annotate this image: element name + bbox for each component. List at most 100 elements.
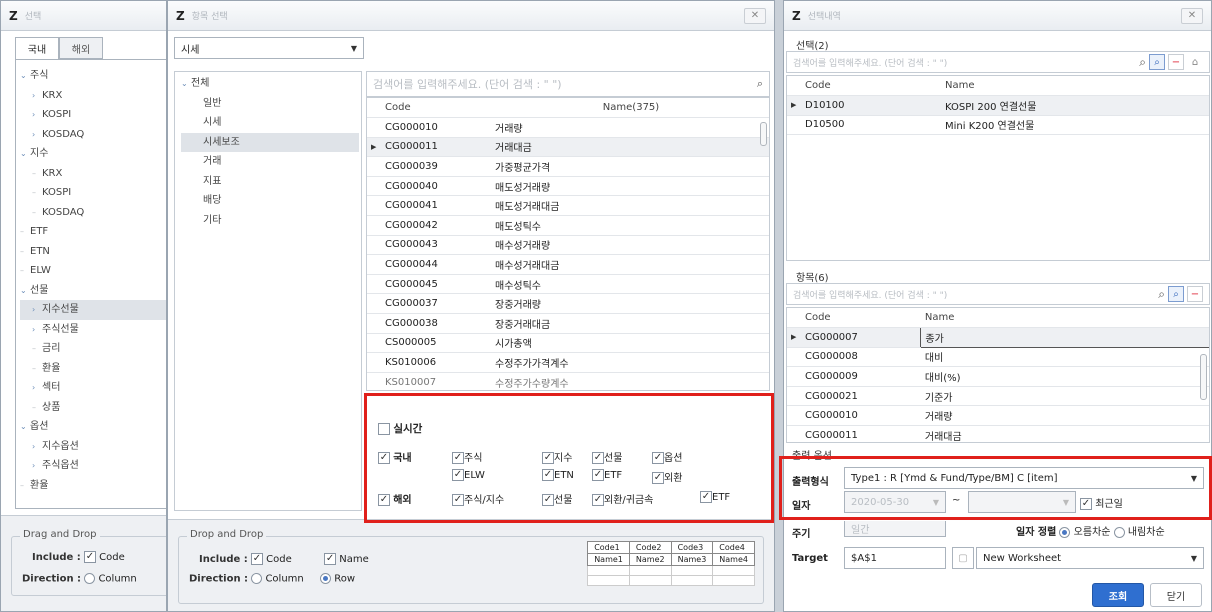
table-row[interactable]: CG000011 거래대금: [787, 425, 1209, 442]
item-grid-scrollbar[interactable]: [760, 122, 767, 146]
remove-icon[interactable]: −: [1187, 286, 1203, 302]
market-tree-item[interactable]: – ETF: [20, 222, 166, 242]
table-row[interactable]: CG000045 매수성틱수: [367, 274, 769, 295]
market-tree-item[interactable]: – KRX: [20, 164, 166, 184]
domestic-item[interactable]: ✓ 선물: [592, 449, 622, 464]
table-row[interactable]: KS010007 수정주가수량계수: [367, 372, 769, 390]
market-tree-item[interactable]: › KRX: [20, 86, 166, 106]
magnifier-button-icon[interactable]: ⌕: [1149, 54, 1165, 70]
table-row[interactable]: CG000039 가중평균가격: [367, 156, 769, 177]
overseas-item-checkbox[interactable]: ✓: [700, 491, 712, 503]
overseas-checkbox[interactable]: ✓: [378, 494, 390, 506]
table-row[interactable]: CG000008 대비: [787, 347, 1209, 368]
realtime-checkbox[interactable]: [378, 423, 390, 435]
chevron-right-icon[interactable]: ›: [32, 378, 42, 398]
domestic-item-checkbox[interactable]: ✓: [592, 469, 604, 481]
overseas-item-checkbox[interactable]: ✓: [592, 494, 604, 506]
market-tree-item[interactable]: – ELW: [20, 261, 166, 281]
tab-overseas[interactable]: 해외: [59, 37, 103, 59]
table-row[interactable]: ▶ CG000007 종가: [787, 327, 1209, 348]
search-icon[interactable]: ⌕: [1139, 55, 1146, 70]
table-row[interactable]: CG000010 거래량: [787, 405, 1209, 427]
table-row[interactable]: CG000043 매수성거래량: [367, 235, 769, 256]
chevron-right-icon[interactable]: ›: [32, 456, 42, 476]
category-tree-item[interactable]: 시세보조: [181, 132, 359, 152]
table-row[interactable]: CS000005 시가총액: [367, 333, 769, 354]
sort-asc-radio[interactable]: [1059, 526, 1071, 538]
domestic-item-checkbox[interactable]: ✓: [452, 469, 464, 481]
table-row[interactable]: ▶ D10100 KOSPI 200 연결선물: [787, 95, 1209, 116]
market-tree-item[interactable]: › 지수옵션: [20, 437, 166, 457]
chevron-down-icon[interactable]: ⌄: [181, 74, 191, 94]
market-tree-item[interactable]: – KOSDAQ: [20, 203, 166, 223]
date-from-picker[interactable]: 2020-05-30 ▼: [844, 491, 946, 513]
domestic-item[interactable]: ✓ ETF: [592, 469, 622, 481]
period-dropdown[interactable]: 일간: [844, 521, 946, 537]
domestic-item[interactable]: ✓ 지수: [542, 449, 572, 464]
domestic-item-checkbox[interactable]: ✓: [592, 452, 604, 464]
domestic-item-checkbox[interactable]: ✓: [542, 469, 554, 481]
item-search-input[interactable]: 검색어를 입력해주세요. (단어 검색 : " ") ⌕ ⌕ −: [786, 283, 1210, 305]
domestic-item[interactable]: ✓ 주식: [452, 449, 482, 464]
category-tree-item[interactable]: 기타: [181, 211, 359, 231]
recent-date-checkbox[interactable]: ✓: [1080, 498, 1092, 510]
chevron-down-icon[interactable]: ⌄: [20, 144, 30, 164]
table-row[interactable]: CG000040 매도성거래량: [367, 176, 769, 197]
table-row[interactable]: CG000042 매도성틱수: [367, 215, 769, 236]
close-button[interactable]: 닫기: [1150, 583, 1202, 607]
domestic-item-checkbox[interactable]: ✓: [452, 452, 464, 464]
market-tree-item[interactable]: › 섹터: [20, 378, 166, 398]
market-tree-item[interactable]: › 주식옵션: [20, 456, 166, 476]
date-to-picker[interactable]: ▼: [968, 491, 1076, 513]
category-tree-item[interactable]: 거래: [181, 152, 359, 172]
close-icon[interactable]: ✕: [744, 7, 766, 24]
market-tree-item[interactable]: ⌄ 지수: [20, 144, 166, 164]
home-icon[interactable]: ⌂: [1187, 54, 1203, 70]
table-row[interactable]: CG000038 장중거래대금: [367, 313, 769, 334]
table-row[interactable]: CG000021 기준가: [787, 386, 1209, 407]
domestic-item[interactable]: ✓ 외환: [652, 469, 682, 484]
chevron-right-icon[interactable]: ›: [32, 125, 42, 145]
overseas-item[interactable]: ✓ 선물: [542, 491, 572, 506]
market-tree-item[interactable]: › KOSDAQ: [20, 125, 166, 145]
target-picker-button[interactable]: ▢: [952, 547, 974, 569]
close-icon[interactable]: ✕: [1181, 7, 1203, 24]
column-header[interactable]: Name: [920, 308, 1209, 329]
overseas-item[interactable]: ✓ ETF: [700, 491, 730, 503]
table-row[interactable]: ▶ CG000011 거래대금: [367, 137, 769, 158]
domestic-item-checkbox[interactable]: ✓: [652, 452, 664, 464]
target-cell-input[interactable]: $A$1: [844, 547, 946, 569]
category-tree-item[interactable]: 일반: [181, 94, 359, 114]
table-row[interactable]: CG000010 거래량: [367, 117, 769, 138]
selection-search-input[interactable]: 검색어를 입력해주세요. (단어 검색 : " ") ⌕ ⌕ − ⌂: [786, 51, 1210, 73]
search-icon[interactable]: ⌕: [757, 77, 763, 91]
market-tree-item[interactable]: › 지수선물: [20, 300, 166, 320]
overseas-item-checkbox[interactable]: ✓: [452, 494, 464, 506]
item-search-input[interactable]: 검색어를 입력해주세요. (단어 검색 : " ") ⌕: [366, 71, 770, 97]
magnifier-button-icon[interactable]: ⌕: [1168, 286, 1184, 302]
domestic-item-checkbox[interactable]: ✓: [542, 452, 554, 464]
market-tree-item[interactable]: – 금리: [20, 339, 166, 359]
column-header[interactable]: Code: [381, 98, 491, 119]
column-header[interactable]: Code: [801, 76, 941, 97]
chevron-right-icon[interactable]: ›: [32, 86, 42, 106]
table-row[interactable]: KS010006 수정주가가격계수: [367, 352, 769, 373]
chevron-right-icon[interactable]: ›: [32, 437, 42, 457]
category-tree-item[interactable]: 시세: [181, 113, 359, 133]
chevron-right-icon[interactable]: ›: [32, 105, 42, 125]
include-name-checkbox[interactable]: ✓: [324, 553, 337, 565]
domestic-item-checkbox[interactable]: ✓: [652, 472, 664, 484]
market-tree-item[interactable]: – ETN: [20, 242, 166, 262]
chevron-down-icon[interactable]: ⌄: [20, 281, 30, 301]
category-tree-item[interactable]: 배당: [181, 191, 359, 211]
table-row[interactable]: CG000041 매도성거래대금: [367, 195, 769, 217]
include-code-checkbox[interactable]: ✓: [83, 551, 96, 563]
column-header[interactable]: Name: [941, 76, 1209, 97]
domestic-item[interactable]: ✓ 옵션: [652, 449, 682, 464]
overseas-item[interactable]: ✓ 주식/지수: [452, 491, 504, 506]
domestic-item[interactable]: ✓ ETN: [542, 469, 574, 481]
overseas-item[interactable]: ✓ 외환/귀금속: [592, 491, 653, 506]
column-header[interactable]: Code: [800, 308, 921, 329]
market-tree-item[interactable]: › KOSPI: [20, 105, 166, 125]
market-tree-item[interactable]: › 주식선물: [20, 320, 166, 340]
